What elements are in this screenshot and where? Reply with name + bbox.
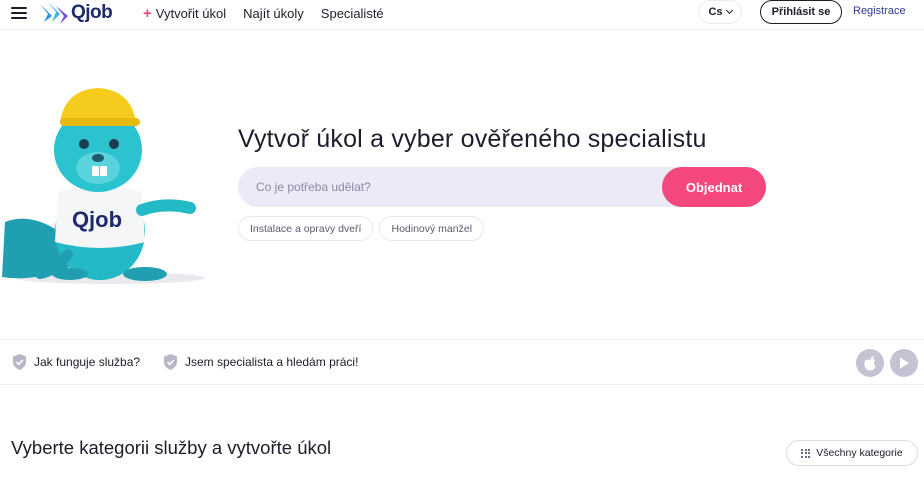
nav-specialists[interactable]: Specialisté (321, 6, 384, 21)
how-it-works-link[interactable]: Jak funguje služba? (11, 353, 140, 371)
grid-icon (801, 448, 811, 458)
suggestion-chips: Instalace a opravy dveří Hodinový manžel (238, 216, 490, 241)
shield-check-icon (164, 354, 177, 370)
nav-create-task[interactable]: + Vytvořit úkol (143, 5, 226, 22)
plus-icon: + (143, 5, 152, 22)
shield-check-icon (13, 354, 26, 370)
all-categories-label: Všechny kategorie (816, 447, 903, 459)
hero-title: Vytvoř úkol a vyber ověřeného specialist… (238, 125, 707, 153)
login-button[interactable]: Přihlásit se (760, 0, 842, 24)
register-link[interactable]: Registrace (853, 5, 906, 17)
chip-handyman[interactable]: Hodinový manžel (379, 216, 485, 241)
info-strip: Jak funguje služba? Jsem specialista a h… (0, 339, 924, 385)
categories-title: Vyberte kategorii služby a vytvořte úkol (11, 437, 332, 458)
language-select[interactable]: Cs (698, 0, 742, 24)
language-value: Cs (708, 6, 723, 18)
chevron-down-icon (725, 6, 733, 15)
main-nav: + Vytvořit úkol Najít úkoly Specialisté (143, 5, 401, 22)
mascot-shirt-text: Qjob (72, 207, 122, 232)
logo[interactable]: Qjob (38, 0, 113, 26)
order-button[interactable]: Objednat (662, 167, 766, 207)
menu-icon[interactable] (11, 7, 27, 21)
app-store-button[interactable] (856, 349, 884, 377)
nav-find-tasks[interactable]: Najít úkoly (243, 6, 304, 21)
top-navbar: Qjob + Vytvořit úkol Najít úkoly Speciali… (0, 0, 924, 30)
chip-door-installation[interactable]: Instalace a opravy dveří (238, 216, 374, 241)
nav-create-task-label: Vytvořit úkol (155, 6, 227, 21)
apple-icon (864, 356, 876, 371)
search-bar: Objednat (238, 167, 766, 207)
logo-icon (40, 2, 68, 24)
specialist-job-label: Jsem specialista a hledám práci! (185, 355, 359, 369)
search-input[interactable] (256, 167, 656, 207)
google-play-button[interactable] (890, 349, 918, 377)
how-it-works-label: Jak funguje služba? (34, 355, 141, 369)
logo-text: Qjob (71, 2, 113, 23)
all-categories-button[interactable]: Všechny kategorie (786, 440, 918, 466)
play-icon (900, 357, 909, 369)
specialist-job-link[interactable]: Jsem specialista a hledám práci! (162, 353, 358, 371)
beaver-mascot-illustration: Qjob (2, 88, 205, 284)
